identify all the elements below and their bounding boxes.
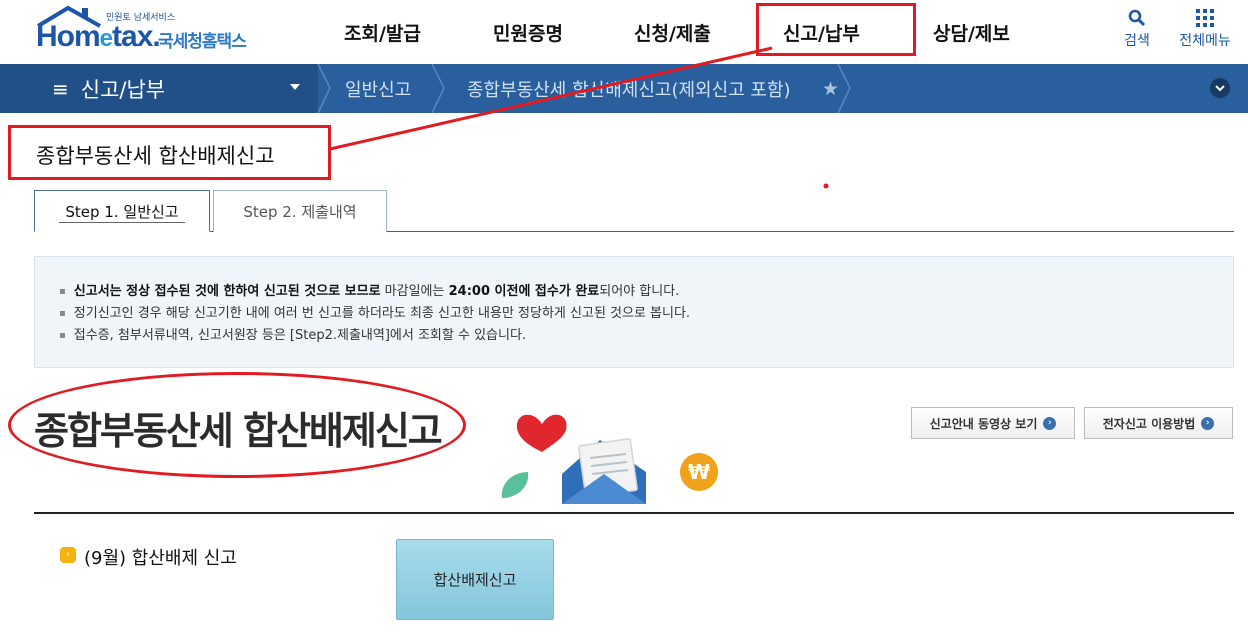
tab-step2-label: Step 2. 제출내역 xyxy=(243,203,357,221)
notice-item: 접수증, 첨부서류내역, 신고서원장 등은 [Step2.제출내역]에서 조회할… xyxy=(59,325,690,347)
guide-video-label: 신고안내 동영상 보기 xyxy=(929,416,1038,431)
tab-active-underline xyxy=(59,222,185,223)
notice-item: 신고서는 정상 접수된 것에 한하여 신고된 것으로 보므로 마감일에는 24:… xyxy=(59,281,690,303)
arrow-right-circle-icon: › xyxy=(1201,416,1215,430)
tab-step2-submission-history[interactable]: Step 2. 제출내역 xyxy=(213,190,387,232)
guide-video-button[interactable]: 신고안내 동영상 보기 › xyxy=(911,407,1075,439)
aggregate-exclusion-filing-button[interactable]: 합산배제신고 xyxy=(396,539,554,620)
section-divider xyxy=(34,512,1234,514)
notice-box: 신고서는 정상 접수된 것에 한하여 신고된 것으로 보므로 마감일에는 24:… xyxy=(34,256,1234,368)
how-to-use-button[interactable]: 전자신고 이용방법 › xyxy=(1084,407,1233,439)
envelope-illustration: ₩ xyxy=(501,414,718,504)
september-filing-label: (9월) 합산배제 신고 xyxy=(84,548,237,569)
svg-text:₩: ₩ xyxy=(688,460,710,484)
how-to-use-label: 전자신고 이용방법 xyxy=(1102,416,1196,431)
tab-step1-general-filing[interactable]: Step 1. 일반신고 xyxy=(34,190,210,232)
highlight-ellipse xyxy=(8,372,466,478)
notice-item: 정기신고인 경우 해당 신고기한 내에 여러 번 신고를 하더라도 최종 신고한… xyxy=(59,303,690,325)
arrow-right-circle-icon: › xyxy=(1043,416,1057,430)
arrow-bullet-icon: › xyxy=(60,547,76,563)
page-title: 종합부동산세 합산배제신고 xyxy=(36,144,275,168)
tab-step1-label: Step 1. 일반신고 xyxy=(65,202,179,221)
page: 민원토 남세서비스 Hometax. 국세청홈택스 조회/발급 민원증명 신청/… xyxy=(0,0,1248,635)
